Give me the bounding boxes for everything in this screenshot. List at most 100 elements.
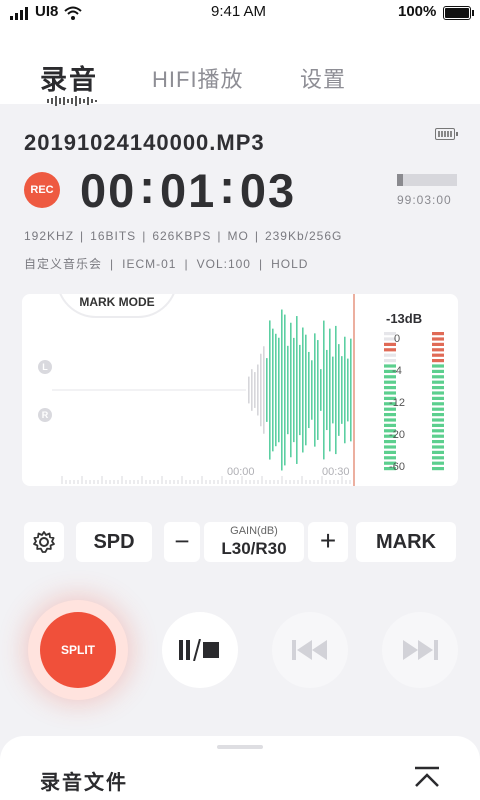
waveform-bar [299,344,301,436]
level-meter-segment [432,456,444,460]
sheet-handle[interactable] [217,745,263,749]
waveform-bar [284,314,286,466]
previous-button[interactable] [272,612,348,688]
waveform-bar [308,351,310,429]
level-meter-segment [432,445,444,449]
level-meter-segment [432,337,444,341]
tab-bar: 录音 HIFI播放 设置 [0,26,480,106]
carrier-label: UI8 [35,3,59,20]
spec-line-2: 自定义音乐会 | IECM-01 | VOL:100 | HOLD [24,257,309,271]
waveform-bar [278,337,280,443]
spec-bit-depth: 16BITS [90,229,137,243]
next-button[interactable] [382,612,458,688]
level-meter-segment [432,461,444,465]
level-meter-segment [432,407,444,411]
skip-next-icon [403,640,438,660]
gain-plus-button[interactable]: + [308,522,348,562]
level-meter-segment [384,450,396,454]
level-meter-segment [432,440,444,444]
tab-hifi-playback[interactable]: HIFI播放 [152,62,244,94]
waveform-bar [305,334,307,446]
chevron-up-double-icon[interactable] [413,766,441,788]
waveform-bar [254,372,256,408]
level-meter-segment [432,429,444,433]
level-meter-segment [432,369,444,373]
level-meter-segment [432,418,444,422]
waveform-bar [344,336,346,444]
battery-percent: 100% [398,3,437,20]
waveform-bar [329,328,331,452]
level-meter-segment [384,348,396,352]
mark-button[interactable]: MARK [356,522,456,562]
level-meter-segment [432,380,444,384]
meter-label-60: -60 [389,461,405,473]
wifi-icon [64,6,82,20]
level-meter-segment [384,418,396,422]
level-meter-segment [432,450,444,454]
level-meter-segment [432,434,444,438]
level-meter-segment [432,386,444,390]
gain-minus-button[interactable]: − [164,522,200,562]
level-meter-segment [432,348,444,352]
rec-badge: REC [24,172,60,208]
level-meter-segment [384,359,396,363]
settings-button[interactable] [24,522,64,562]
level-meter-segment [432,391,444,395]
skip-previous-icon [292,640,327,660]
waveform-bar [332,356,334,424]
split-button[interactable]: SPLIT [40,612,116,688]
timer-minutes: 01 [159,164,217,217]
waveform-bar [347,358,349,422]
level-meter-segment [432,353,444,357]
level-meter-segment [432,423,444,427]
battery-icon [443,6,474,20]
waveform-bar [338,344,340,436]
waveform-bar [314,333,316,447]
time-label-start: 00:00 [227,466,255,478]
waveform-bar [260,353,262,427]
meter-label-0: 0 [393,333,401,345]
spec-mic: IECM-01 [122,257,177,271]
spec-volume: VOL:100 [196,257,251,271]
waveform-bar [350,338,352,442]
device-battery-icon [435,128,458,140]
clock: 9:41 AM [211,3,267,20]
level-meter-segment [384,391,396,395]
level-meter-segment [432,375,444,379]
level-meter-segment [384,380,396,384]
storage-progress-fill [397,174,403,186]
time-label-30s: 00:30 [322,466,350,478]
spec-scene: 自定义音乐会 [24,257,103,271]
waveform-bar [296,316,298,464]
remaining-time: 99:03:00 [397,193,452,207]
level-meter-segment [384,456,396,460]
waveform-bar [287,345,289,435]
waveform-bar [320,369,322,411]
waveform-bar [263,346,265,434]
level-meter-segment [384,445,396,449]
storage-progress-bar [397,174,457,186]
spd-button[interactable]: SPD [76,522,152,562]
waveform-bar [341,356,343,424]
level-meter-segment [432,396,444,400]
waveform-bar [290,322,292,458]
waveform-bar [272,328,274,452]
pause-stop-button[interactable] [162,612,238,688]
waveform-bar [251,369,253,411]
level-meter-segment [432,364,444,368]
spec-bitrate: 626KBPS [152,229,212,243]
waveform-bar [266,358,268,422]
level-meter-segment [432,332,444,336]
spec-sample-rate: 192KHZ [24,229,75,243]
status-bar: UI8 9:41 AM 100% [0,0,480,26]
meter-label-20: -20 [389,429,405,441]
gear-icon [33,531,55,553]
active-tab-indicator-icon [47,96,97,106]
tab-record[interactable]: 录音 [40,58,98,97]
tab-settings[interactable]: 设置 [300,62,346,94]
waveform-bar [269,320,271,460]
level-meter-segment [384,386,396,390]
waveform-bar [317,340,319,440]
timer-seconds: 03 [239,164,297,217]
timer-hours: 00 [80,164,137,217]
